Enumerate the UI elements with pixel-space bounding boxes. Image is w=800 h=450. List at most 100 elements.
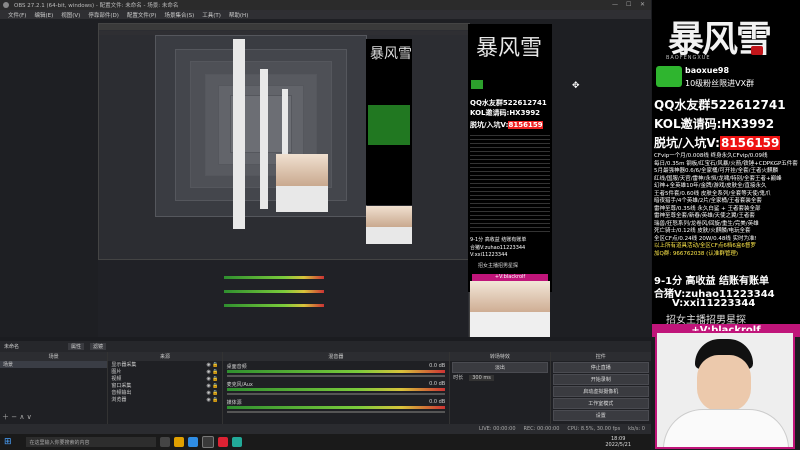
promo-line: 王者5件套/0.60线 皮肤全系列/全套等天使/鬼爪 bbox=[654, 190, 771, 197]
audio-mixer-dock: 混音器 桌面音频 0.0 dB 麦克风/Aux 0.0 dB 媒体源 0.0 dB bbox=[222, 352, 451, 424]
properties-button[interactable]: 属性 bbox=[68, 343, 85, 350]
transition-select[interactable]: 淡出 bbox=[452, 362, 548, 373]
source-item[interactable]: 窗口采集 ◉ 🔒 bbox=[108, 382, 221, 390]
pv-line: 脱坑/入坑V:8156159 bbox=[654, 136, 781, 150]
promo-line: CFvip一个月/0.008线 终身永久CFvip/0.09线 bbox=[654, 153, 768, 159]
task-view-icon[interactable] bbox=[159, 437, 170, 447]
sources-dock: 来源 显示器采集 ◉ 🔒 图片 ◉ 🔒 视频 ◉ 🔒 窗口采集 ◉ 🔒 音频输出 ◉ 🔒 … bbox=[108, 352, 223, 424]
menu-docks[interactable]: 停靠部件(D) bbox=[88, 11, 119, 19]
stop-streaming-button[interactable]: 停止直播 bbox=[552, 362, 649, 373]
captured-promo-text bbox=[470, 132, 550, 232]
menu-file[interactable]: 文件(F) bbox=[8, 11, 26, 19]
promo-line: 以上所有道具活动/全区CF点6档6盒6督罗 bbox=[654, 243, 756, 249]
source-item[interactable]: 图片 ◉ 🔒 bbox=[108, 368, 221, 376]
captured-wechat-icon bbox=[471, 80, 483, 89]
source-item[interactable]: 显示器采集 ◉ 🔒 bbox=[108, 361, 221, 369]
menu-bar: 文件(F) 编辑(E) 视图(V) 停靠部件(D) 配置文件(P) 场景集合(S… bbox=[0, 10, 651, 19]
scenes-dock: 场景 场景 ＋ − ∧ ∨ bbox=[0, 352, 109, 424]
captured-contact2: V:xxi11223344 bbox=[470, 252, 508, 258]
mixer-channel: 桌面音频 0.0 dB bbox=[223, 361, 450, 379]
webcam-feed bbox=[655, 331, 795, 449]
webcam-body bbox=[663, 409, 789, 447]
promo-list: CFvip一个月/0.008线 终身永久CFvip/0.09线 每日/0.35m… bbox=[654, 153, 800, 258]
rec-status: REC: 00:00:00 bbox=[523, 426, 560, 432]
menu-tools[interactable]: 工具(T) bbox=[202, 11, 221, 19]
cpu-status: CPU: 8.5%, 30.00 fps bbox=[567, 426, 621, 432]
app-icon[interactable] bbox=[217, 437, 228, 447]
controls-header: 控件 bbox=[550, 352, 651, 361]
dock-toolbar: 未命名 属性 滤镜 bbox=[0, 341, 651, 352]
menu-view[interactable]: 视图(V) bbox=[61, 11, 80, 19]
start-recording-button[interactable]: 开始录制 bbox=[552, 374, 649, 385]
menu-profile[interactable]: 配置文件(P) bbox=[127, 11, 157, 19]
captured-contact1: 合猪V:zuhao11223344 bbox=[470, 245, 526, 251]
volume-meter bbox=[226, 370, 446, 373]
menu-help[interactable]: 帮助(H) bbox=[229, 11, 248, 19]
promo-line: 雷神至尊全套/新春/英雄/天使之翼/王者套 bbox=[654, 213, 755, 219]
status-bar: LIVE: 00:00:00 REC: 00:00:00 CPU: 8.5%, … bbox=[0, 424, 651, 434]
captured-brand-medium: 暴风雪 bbox=[476, 36, 543, 61]
wechat-icon bbox=[656, 66, 682, 87]
clock-date: 2022/5/21 bbox=[605, 442, 631, 448]
windows-taskbar: ⊞ 在这里输入你要搜索的内容 18:09 2022/5/21 bbox=[0, 434, 651, 450]
bitrate-status: kb/s: 0 bbox=[628, 426, 645, 432]
obs-logo-icon bbox=[3, 2, 9, 8]
brand-subtitle: BAOFENGXUE bbox=[666, 55, 711, 61]
eye-icon[interactable]: ◉ 🔒 bbox=[206, 369, 218, 375]
taskbar-clock: 18:09 2022/5/21 bbox=[605, 436, 631, 448]
menu-edit[interactable]: 编辑(E) bbox=[34, 11, 53, 19]
controls-dock: 控件 停止直播 开始录制 启动虚拟摄像机 工作室模式 设置 bbox=[550, 352, 651, 424]
eye-icon[interactable]: ◉ 🔒 bbox=[206, 397, 218, 403]
volume-meter bbox=[226, 406, 446, 409]
transitions-header: 转场特效 bbox=[450, 352, 550, 361]
stream-overlay: 暴风雪 BAOFENGXUE baoxue98 10级粉丝限进VX群 QQ水友群… bbox=[652, 0, 800, 337]
transitions-dock: 转场特效 淡出 时长 300 ms bbox=[450, 352, 551, 424]
move-cursor-icon: ✥ bbox=[572, 81, 580, 91]
minimize-icon[interactable]: — bbox=[612, 1, 618, 8]
source-item[interactable]: 音频输出 ◉ 🔒 bbox=[108, 389, 221, 397]
mixer-channel: 媒体源 0.0 dB bbox=[223, 397, 450, 415]
captured-webcam-medium bbox=[470, 281, 550, 337]
volume-slider[interactable] bbox=[226, 393, 446, 395]
sources-header: 来源 bbox=[108, 352, 222, 361]
eye-icon[interactable]: ◉ 🔒 bbox=[206, 390, 218, 396]
windows-start-icon[interactable]: ⊞ bbox=[4, 437, 12, 447]
eye-icon[interactable]: ◉ 🔒 bbox=[206, 383, 218, 389]
app-icon[interactable] bbox=[231, 437, 242, 447]
captured-titlebar bbox=[99, 24, 469, 30]
volume-slider[interactable] bbox=[226, 411, 446, 413]
filters-button[interactable]: 滤镜 bbox=[90, 343, 107, 350]
obs-taskbar-icon[interactable] bbox=[201, 436, 214, 448]
duration-input[interactable]: 300 ms bbox=[469, 374, 494, 381]
volume-slider[interactable] bbox=[226, 375, 446, 377]
captured-strip bbox=[233, 39, 245, 229]
maximize-icon[interactable]: ☐ bbox=[626, 1, 631, 8]
taskbar-search-input[interactable]: 在这里输入你要搜索的内容 bbox=[25, 437, 156, 447]
add-scene-icon[interactable]: ＋ − ∧ ∨ bbox=[2, 412, 32, 422]
webcam-face bbox=[697, 355, 751, 411]
preview-canvas[interactable]: 暴风雪 暴风雪 QQ水友群522612741 KOL邀请码:HX3992 脱坑/… bbox=[0, 19, 651, 337]
eye-icon[interactable]: ◉ 🔒 bbox=[206, 376, 218, 382]
selected-source-label: 未命名 bbox=[4, 344, 20, 350]
virtual-camera-button[interactable]: 启动虚拟摄像机 bbox=[552, 386, 649, 397]
menu-scene-collection[interactable]: 场景集合(S) bbox=[164, 11, 194, 19]
captured-webcam-tiny bbox=[276, 154, 328, 212]
docks-area: 场景 场景 ＋ − ∧ ∨ 来源 显示器采集 ◉ 🔒 图片 ◉ 🔒 视频 ◉ 🔒 窗口… bbox=[0, 352, 651, 424]
wechat-id: baoxue98 bbox=[685, 66, 730, 75]
kol-code: KOL邀请码:HX3992 bbox=[654, 117, 775, 131]
promo-line: 每日/0.35m 钢板/红宝石/风暴/火箭/铁锤+CDPKGP五件套 bbox=[654, 160, 798, 167]
source-item[interactable]: 浏览器 ◉ 🔒 bbox=[108, 396, 221, 404]
captured-docks bbox=[98, 259, 468, 337]
promo-line: 加Q群: 966762038 (认准群管理) bbox=[654, 250, 738, 257]
source-item[interactable]: 视频 ◉ 🔒 bbox=[108, 375, 221, 383]
close-icon[interactable]: ✕ bbox=[640, 1, 645, 8]
edge-icon[interactable] bbox=[187, 437, 198, 447]
eye-icon[interactable]: ◉ 🔒 bbox=[206, 362, 218, 368]
scene-item[interactable]: 场景 bbox=[0, 361, 108, 368]
studio-mode-button[interactable]: 工作室模式 bbox=[552, 398, 649, 409]
captured-pv: 脱坑/入坑V:8156159 bbox=[470, 121, 543, 129]
live-status: LIVE: 00:00:00 bbox=[478, 426, 516, 432]
mixer-channel: 麦克风/Aux 0.0 dB bbox=[223, 379, 450, 397]
settings-button[interactable]: 设置 bbox=[552, 410, 649, 421]
file-explorer-icon[interactable] bbox=[173, 437, 184, 447]
